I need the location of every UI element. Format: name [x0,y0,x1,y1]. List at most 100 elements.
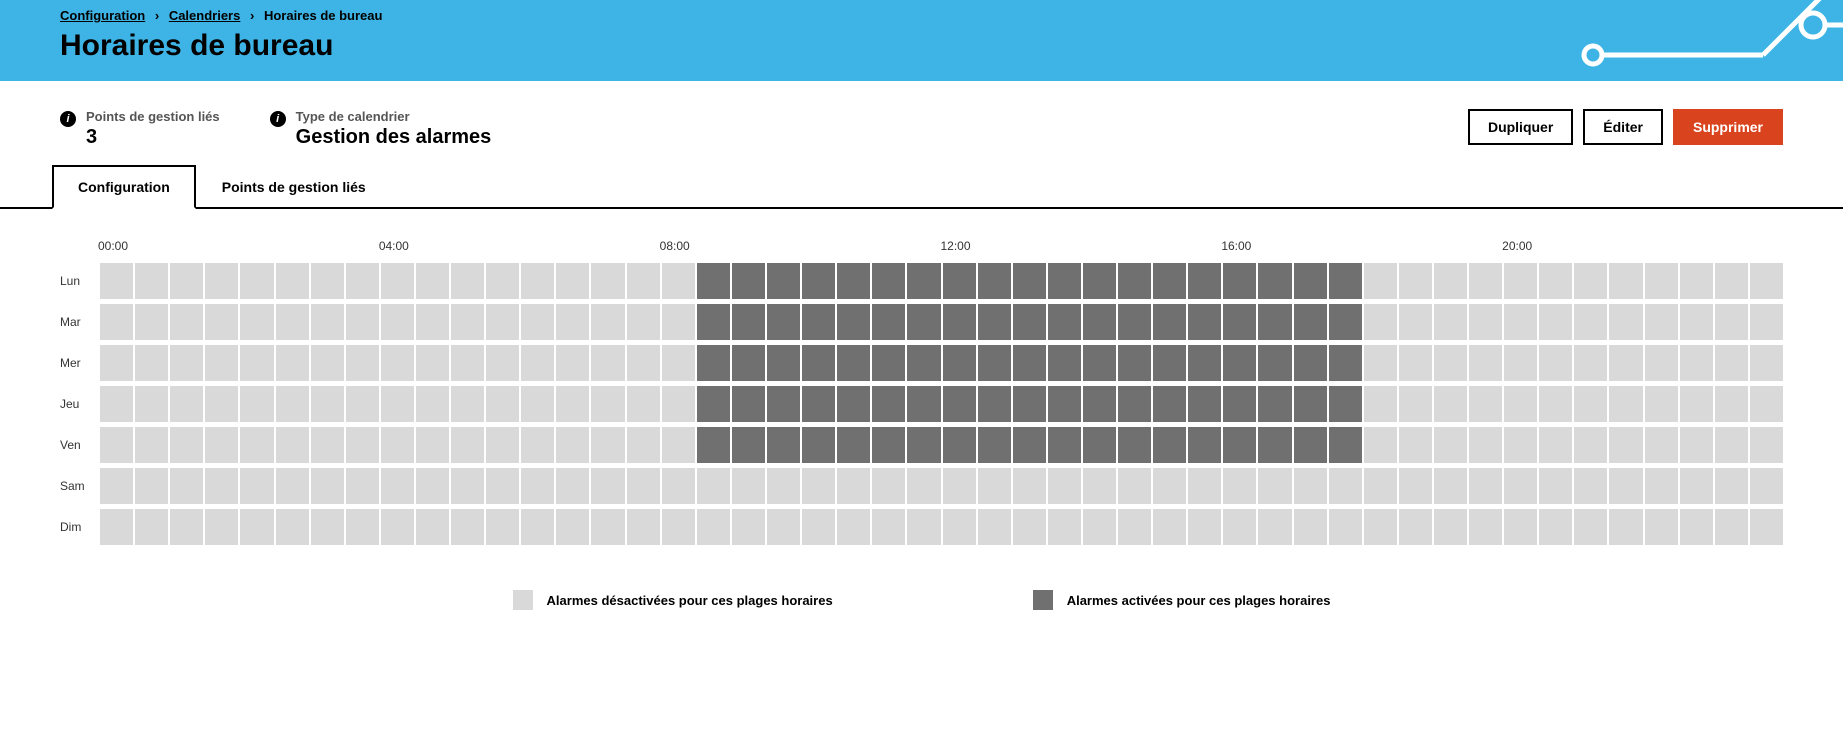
schedule-cell[interactable] [205,263,238,299]
schedule-cell[interactable] [1118,427,1151,463]
schedule-cell[interactable] [1118,386,1151,422]
schedule-cell[interactable] [1294,386,1327,422]
schedule-cell[interactable] [1399,263,1432,299]
schedule-cell[interactable] [521,386,554,422]
schedule-cell[interactable] [346,263,379,299]
schedule-cell[interactable] [1258,509,1291,545]
schedule-cell[interactable] [1364,468,1397,504]
schedule-cell[interactable] [556,304,589,340]
schedule-cell[interactable] [1188,345,1221,381]
schedule-cell[interactable] [556,345,589,381]
schedule-cell[interactable] [943,304,976,340]
schedule-cell[interactable] [1504,427,1537,463]
schedule-cell[interactable] [1574,468,1607,504]
schedule-cell[interactable] [872,468,905,504]
schedule-cell[interactable] [943,345,976,381]
schedule-cell[interactable] [1539,427,1572,463]
schedule-cell[interactable] [1048,345,1081,381]
schedule-cell[interactable] [486,427,519,463]
schedule-cell[interactable] [1013,468,1046,504]
schedule-cell[interactable] [451,509,484,545]
schedule-cell[interactable] [697,468,730,504]
schedule-cell[interactable] [732,386,765,422]
schedule-cell[interactable] [802,263,835,299]
schedule-cell[interactable] [1048,509,1081,545]
schedule-cell[interactable] [170,468,203,504]
schedule-cell[interactable] [1715,427,1748,463]
schedule-cell[interactable] [1399,345,1432,381]
schedule-cell[interactable] [1539,263,1572,299]
schedule-cell[interactable] [240,468,273,504]
schedule-cell[interactable] [1715,509,1748,545]
schedule-cell[interactable] [1574,263,1607,299]
schedule-cell[interactable] [1504,386,1537,422]
schedule-cell[interactable] [381,263,414,299]
schedule-cell[interactable] [837,468,870,504]
schedule-cell[interactable] [1715,263,1748,299]
schedule-cell[interactable] [907,345,940,381]
schedule-cell[interactable] [1329,386,1362,422]
schedule-cell[interactable] [1609,509,1642,545]
schedule-cell[interactable] [943,509,976,545]
schedule-cell[interactable] [416,509,449,545]
schedule-cell[interactable] [205,304,238,340]
schedule-cell[interactable] [1153,386,1186,422]
schedule-cell[interactable] [276,468,309,504]
schedule-cell[interactable] [1539,386,1572,422]
schedule-cell[interactable] [872,345,905,381]
schedule-cell[interactable] [1434,468,1467,504]
schedule-cell[interactable] [697,509,730,545]
schedule-cell[interactable] [1223,304,1256,340]
schedule-cell[interactable] [907,427,940,463]
schedule-cell[interactable] [591,386,624,422]
schedule-cell[interactable] [767,427,800,463]
schedule-cell[interactable] [346,345,379,381]
schedule-cell[interactable] [767,468,800,504]
schedule-cell[interactable] [943,386,976,422]
schedule-cell[interactable] [837,427,870,463]
schedule-cell[interactable] [1504,468,1537,504]
schedule-cell[interactable] [100,509,133,545]
schedule-cell[interactable] [451,263,484,299]
schedule-cell[interactable] [1083,386,1116,422]
schedule-cell[interactable] [311,263,344,299]
schedule-cell[interactable] [346,509,379,545]
schedule-cell[interactable] [100,427,133,463]
schedule-cell[interactable] [1504,509,1537,545]
schedule-cell[interactable] [1258,468,1291,504]
schedule-cell[interactable] [872,386,905,422]
schedule-cell[interactable] [170,263,203,299]
schedule-cell[interactable] [1750,304,1783,340]
schedule-cell[interactable] [276,509,309,545]
schedule-cell[interactable] [1750,345,1783,381]
schedule-cell[interactable] [311,304,344,340]
schedule-cell[interactable] [1013,304,1046,340]
schedule-cell[interactable] [346,427,379,463]
schedule-cell[interactable] [697,386,730,422]
schedule-cell[interactable] [416,386,449,422]
schedule-cell[interactable] [135,345,168,381]
schedule-cell[interactable] [872,304,905,340]
schedule-cell[interactable] [978,304,1011,340]
schedule-cell[interactable] [1434,345,1467,381]
schedule-cell[interactable] [1188,304,1221,340]
schedule-cell[interactable] [1469,386,1502,422]
schedule-cell[interactable] [1680,263,1713,299]
schedule-cell[interactable] [381,345,414,381]
schedule-cell[interactable] [135,263,168,299]
schedule-cell[interactable] [1048,468,1081,504]
schedule-cell[interactable] [556,427,589,463]
schedule-cell[interactable] [1715,468,1748,504]
schedule-cell[interactable] [1013,263,1046,299]
schedule-cell[interactable] [1364,345,1397,381]
schedule-cell[interactable] [591,509,624,545]
schedule-cell[interactable] [802,386,835,422]
schedule-cell[interactable] [1504,304,1537,340]
schedule-cell[interactable] [346,386,379,422]
schedule-cell[interactable] [1645,345,1678,381]
schedule-cell[interactable] [1118,468,1151,504]
schedule-cell[interactable] [1153,345,1186,381]
schedule-cell[interactable] [1539,468,1572,504]
schedule-cell[interactable] [1083,263,1116,299]
schedule-cell[interactable] [1083,509,1116,545]
